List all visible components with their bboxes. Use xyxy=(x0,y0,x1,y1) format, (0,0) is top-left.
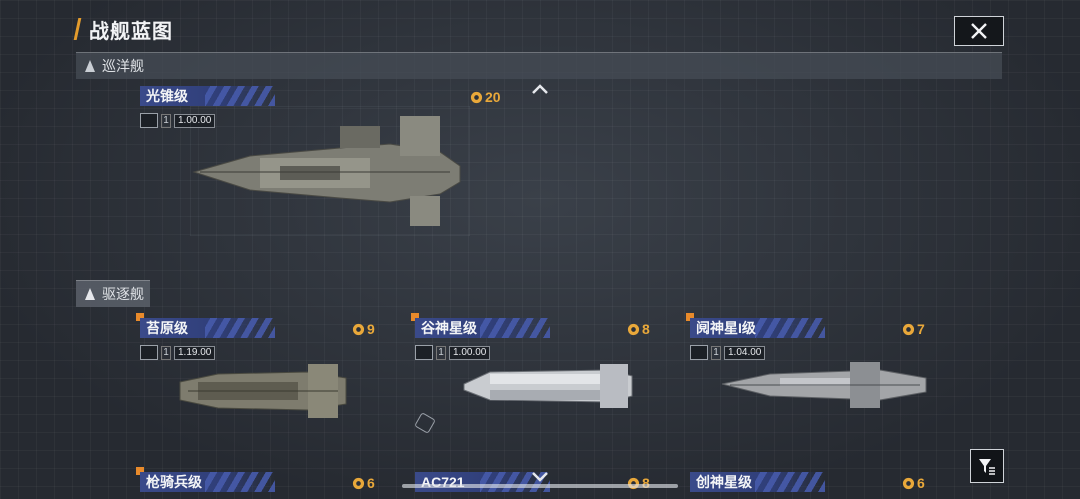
engine-icon xyxy=(140,345,158,360)
ship-cost: 9 xyxy=(352,321,375,337)
chevron-down-icon xyxy=(532,472,548,482)
ship-card-chuangshen[interactable]: 创神星级 6 xyxy=(690,472,930,499)
ship-level: 1 xyxy=(161,113,171,128)
ship-name: 阋神星I级 xyxy=(696,320,756,336)
ship-level: 1 xyxy=(161,345,171,360)
section-label-destroyer: 驱逐舰 xyxy=(102,286,144,302)
ship-name-tag: 创神星级 xyxy=(690,472,825,492)
ship-cost: 8 xyxy=(627,321,650,337)
ship-cost-value: 6 xyxy=(917,475,925,491)
ship-name: 谷神星级 xyxy=(421,320,477,336)
ship-card-guangzhui[interactable]: 光锥级 1 1.00.00 20 xyxy=(140,86,510,256)
ship-name: 枪骑兵级 xyxy=(146,474,202,490)
ship-name: 光锥级 xyxy=(146,88,188,104)
cost-icon xyxy=(352,323,365,335)
ship-name: 创神星级 xyxy=(696,474,752,490)
ship-image-guangzhui xyxy=(190,106,470,236)
ship-name-tag: 苔原级 xyxy=(140,318,275,338)
cost-icon xyxy=(352,477,365,489)
ship-class-icon xyxy=(84,288,96,300)
ship-cost: 6 xyxy=(352,475,375,491)
chevron-up-icon xyxy=(532,84,548,94)
ship-name-tag: 光锥级 xyxy=(140,86,275,106)
ship-image-taiyuan xyxy=(179,364,347,418)
engine-icon xyxy=(415,345,433,360)
ship-card-taiyuan[interactable]: 苔原级 1 1.19.00 9 xyxy=(136,313,380,458)
ship-cost-value: 6 xyxy=(367,475,375,491)
close-icon xyxy=(971,23,987,39)
cost-icon xyxy=(902,323,915,335)
ship-cost: 6 xyxy=(902,475,925,491)
engine-icon xyxy=(140,113,158,128)
ship-name-tag: 枪骑兵级 xyxy=(140,472,275,492)
ship-cost: 7 xyxy=(902,321,925,337)
horizontal-scrollbar[interactable] xyxy=(402,484,678,488)
ship-cost: 20 xyxy=(470,89,501,105)
ship-name-tag: 谷神星级 xyxy=(415,318,550,338)
ship-cost-value: 7 xyxy=(917,321,925,337)
ship-image-gushen xyxy=(463,364,633,408)
ship-cost-value: 20 xyxy=(485,89,501,105)
hex-icon xyxy=(414,412,436,434)
ship-level: 1 xyxy=(436,345,446,360)
cost-icon xyxy=(470,91,483,103)
ship-cost-value: 9 xyxy=(367,321,375,337)
scroll-up-button[interactable] xyxy=(530,82,550,94)
ship-name-tag: 阋神星I级 xyxy=(690,318,825,338)
section-label-cruiser: 巡洋舰 xyxy=(102,58,144,74)
ship-card-gushen[interactable]: 谷神星级 1 1.00.00 8 xyxy=(411,313,655,458)
ship-cost-value: 8 xyxy=(642,321,650,337)
filter-button[interactable] xyxy=(970,449,1004,483)
scroll-down-button[interactable] xyxy=(530,470,550,482)
cost-icon xyxy=(902,477,915,489)
filter-icon xyxy=(979,459,995,475)
ship-cost-value: 8 xyxy=(642,475,650,491)
section-header-destroyer[interactable]: 驱逐舰 xyxy=(76,280,150,307)
close-button[interactable] xyxy=(954,16,1004,46)
section-header-cruiser[interactable]: 巡洋舰 xyxy=(76,52,1002,79)
page-title: 战舰蓝图 xyxy=(73,14,173,44)
cost-icon xyxy=(627,323,640,335)
engine-icon xyxy=(690,345,708,360)
ship-class-icon xyxy=(84,60,96,72)
ship-name: 苔原级 xyxy=(146,320,188,336)
ship-cost: 8 xyxy=(627,475,650,491)
scrollbar-thumb[interactable] xyxy=(402,484,678,488)
page-title-text: 战舰蓝图 xyxy=(89,20,173,43)
ship-card-yueshen[interactable]: 阋神星I级 1 1.04.00 7 xyxy=(686,313,930,458)
ship-image-yueshen xyxy=(721,362,927,408)
ship-card-qiangqi[interactable]: 枪骑兵级 6 xyxy=(136,467,380,499)
